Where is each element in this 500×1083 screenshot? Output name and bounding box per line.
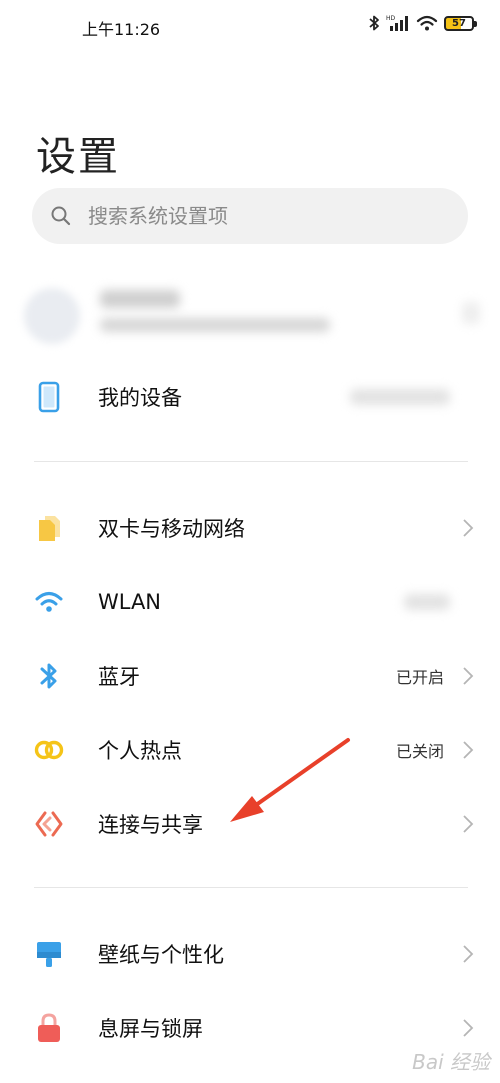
connection-share-icon — [30, 805, 68, 843]
bluetooth-status: 已开启 — [395, 668, 444, 687]
wlan-row[interactable]: WLAN — [0, 570, 500, 634]
wlan-label: WLAN — [98, 590, 162, 614]
device-name-blurred — [350, 389, 450, 405]
wallpaper-icon — [30, 935, 68, 973]
chevron-right-icon — [463, 1019, 474, 1037]
my-device-label: 我的设备 — [98, 386, 182, 410]
hotspot-label: 个人热点 — [98, 739, 182, 763]
search-input[interactable] — [86, 203, 410, 229]
avatar — [24, 288, 80, 344]
chevron-right-icon — [462, 302, 480, 324]
signal-icon: HD — [386, 15, 408, 31]
sim-card-icon — [30, 509, 68, 547]
chevron-right-icon — [463, 519, 474, 537]
lock-screen-label: 息屏与锁屏 — [98, 1017, 203, 1041]
bluetooth-row[interactable]: 蓝牙 已开启 — [0, 644, 500, 708]
wifi-status-icon — [416, 15, 438, 31]
chevron-right-icon — [463, 815, 474, 833]
status-icons: HD 57 — [368, 14, 477, 32]
sim-mobile-network-label: 双卡与移动网络 — [98, 517, 245, 541]
chevron-right-icon — [463, 667, 474, 685]
status-time: 上午11:26 — [82, 20, 161, 39]
chevron-right-icon — [463, 945, 474, 963]
chevron-right-icon — [463, 741, 474, 759]
bluetooth-status-icon — [369, 15, 379, 31]
my-device-row[interactable]: 我的设备 — [0, 365, 500, 429]
account-name-blurred — [100, 290, 180, 308]
divider — [34, 461, 468, 462]
hotspot-row[interactable]: 个人热点 已关闭 — [0, 718, 500, 782]
phone-icon — [30, 378, 68, 416]
wallpaper-row[interactable]: 壁纸与个性化 — [0, 922, 500, 986]
lock-icon — [30, 1009, 68, 1047]
connection-share-label: 连接与共享 — [98, 813, 203, 837]
account-row[interactable] — [18, 280, 488, 350]
hotspot-icon — [30, 731, 68, 769]
search-icon — [51, 206, 71, 226]
account-id-blurred — [100, 318, 330, 332]
wifi-icon — [30, 583, 68, 621]
bluetooth-icon — [30, 657, 68, 695]
search-bar[interactable] — [32, 188, 468, 244]
status-bar: 上午11:26 HD 57 — [0, 0, 500, 56]
wallpaper-label: 壁纸与个性化 — [98, 943, 224, 967]
hotspot-status: 已关闭 — [395, 742, 444, 761]
sim-mobile-network-row[interactable]: 双卡与移动网络 — [0, 496, 500, 560]
svg-text:HD: HD — [386, 15, 396, 22]
battery-icon: 57 — [444, 15, 477, 31]
watermark: Bai 经验 — [412, 1050, 490, 1074]
bluetooth-label: 蓝牙 — [98, 665, 140, 689]
battery-level: 57 — [452, 17, 466, 29]
wlan-network-blurred — [404, 594, 450, 610]
connection-share-row[interactable]: 连接与共享 — [0, 792, 500, 856]
page-title: 设置 — [36, 134, 120, 180]
divider — [34, 887, 468, 888]
